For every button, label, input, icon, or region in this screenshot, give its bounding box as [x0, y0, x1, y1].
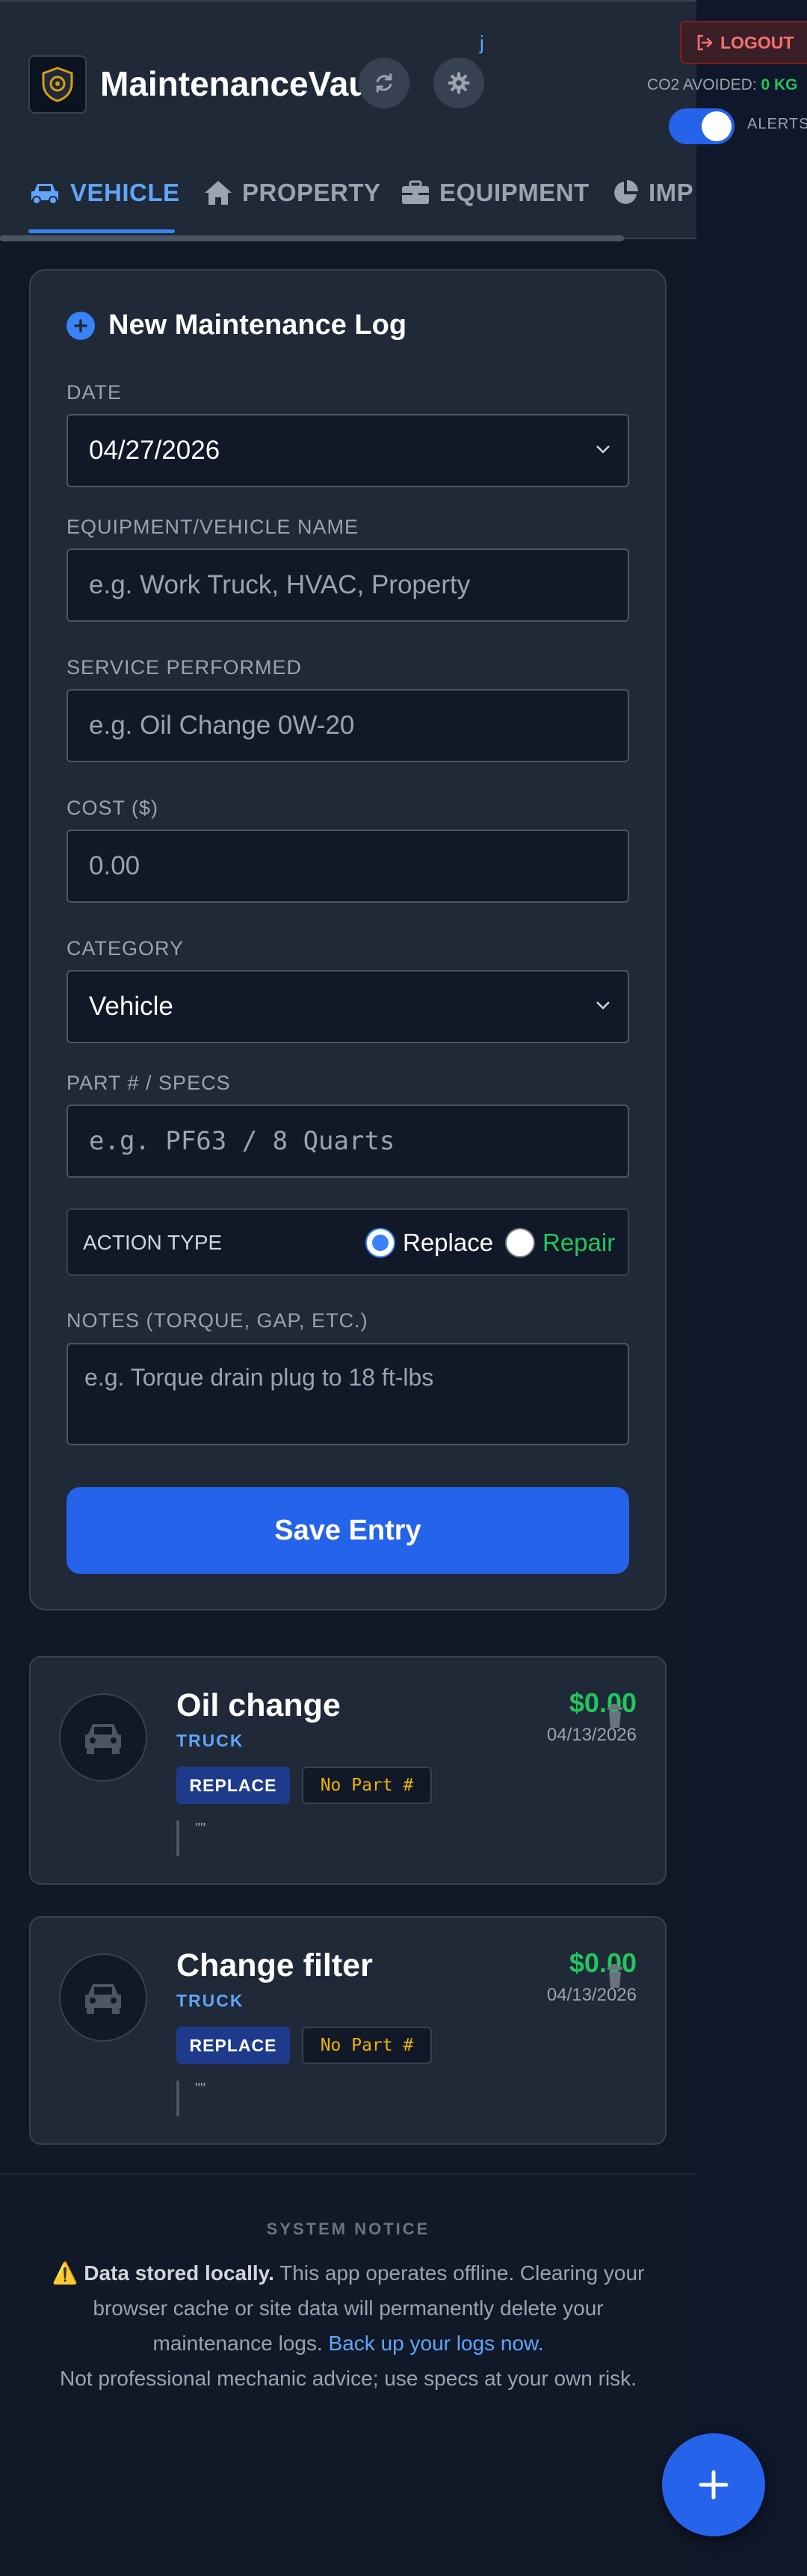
- backup-link[interactable]: Back up your logs now.: [329, 2332, 544, 2355]
- car-icon: [85, 1984, 121, 2014]
- repair-radio[interactable]: [505, 1228, 535, 1258]
- logout-label: LOGOUT: [720, 32, 794, 52]
- tab-equipment-label: EQUIPMENT: [439, 179, 590, 206]
- co2-stat: CO2 AVOIDED: 0 KG: [647, 76, 798, 94]
- vehicle-avatar: [59, 1693, 147, 1782]
- part-badge: No Part #: [302, 1767, 432, 1804]
- form-heading: New Maintenance Log: [67, 309, 406, 342]
- action-badge: REPLACE: [176, 2027, 290, 2064]
- log-title: Change filter: [176, 1948, 373, 1983]
- chevron-down-icon: [596, 1001, 610, 1010]
- action-badge: REPLACE: [176, 1767, 290, 1804]
- date-value: 04/27/2026: [89, 436, 220, 465]
- tab-vehicle-label: VEHICLE: [70, 179, 180, 206]
- action-type-group: ACTION TYPE Replace Repair: [67, 1208, 629, 1276]
- car-icon: [31, 184, 58, 205]
- log-title: Oil change: [176, 1687, 341, 1723]
- action-type-label: ACTION TYPE: [83, 1231, 223, 1254]
- tab-vehicle[interactable]: VEHICLE: [28, 174, 180, 211]
- settings-button[interactable]: [433, 58, 484, 108]
- logout-button[interactable]: LOGOUT: [680, 21, 807, 64]
- category-value: Vehicle: [89, 992, 173, 1021]
- form-title: New Maintenance Log: [108, 309, 407, 341]
- tabs-scrollbar[interactable]: [0, 235, 624, 241]
- tab-imp-label: IMP: [649, 179, 694, 206]
- equipment-name-input[interactable]: e.g. Work Truck, HVAC, Property: [67, 549, 629, 622]
- tab-property-label: PROPERTY: [242, 179, 381, 206]
- car-icon: [85, 1724, 121, 1754]
- alerts-label: ALERTS: [747, 116, 807, 132]
- log-notes: "": [195, 1820, 206, 1837]
- app-container: MaintenanceVault j VEHICLE PROPERTY EQUI…: [0, 0, 696, 2576]
- new-log-form: New Maintenance Log DATE 04/27/2026 EQUI…: [29, 269, 667, 1610]
- date-label: DATE: [67, 381, 123, 404]
- warning-icon: ⚠️: [52, 2261, 78, 2285]
- user-initial[interactable]: j: [480, 31, 484, 55]
- app-logo: [28, 55, 87, 114]
- gear-icon: [448, 72, 470, 94]
- part-badge: No Part #: [302, 2027, 432, 2064]
- replace-radio[interactable]: [365, 1228, 395, 1258]
- notice-title: SYSTEM NOTICE: [266, 2220, 430, 2238]
- chevron-down-icon: [596, 445, 610, 454]
- toolbox-icon: [402, 180, 429, 204]
- disclaimer: Not professional mechanic advice; use sp…: [60, 2367, 637, 2390]
- category-select[interactable]: Vehicle: [67, 970, 629, 1043]
- notice-body: ⚠️ Data stored locally. This app operate…: [37, 2255, 659, 2396]
- vehicle-avatar: [59, 1953, 147, 2042]
- name-label: EQUIPMENT/VEHICLE NAME: [67, 516, 359, 538]
- log-cost: $0.00: [569, 1687, 637, 1718]
- category-label: CATEGORY: [67, 937, 185, 960]
- home-icon: [205, 181, 232, 205]
- shield-logo-icon: [42, 67, 73, 102]
- app-title: MaintenanceVault: [100, 64, 363, 103]
- log-card: Change filter TRUCK $0.00 04/13/2026 REP…: [29, 1916, 667, 2145]
- part-label: PART # / SPECS: [67, 1072, 231, 1094]
- toggle-knob: [702, 111, 732, 141]
- tab-equipment[interactable]: EQUIPMENT: [401, 174, 590, 211]
- trash-icon[interactable]: [606, 1962, 624, 1989]
- co2-label: CO2 AVOIDED:: [647, 76, 757, 93]
- plus-icon: [699, 2470, 729, 2500]
- service-input[interactable]: e.g. Oil Change 0W-20: [67, 689, 629, 762]
- notes-quote-bar: [176, 2081, 179, 2116]
- cost-label: COST ($): [67, 797, 159, 819]
- alerts-toggle[interactable]: [669, 108, 735, 144]
- viewport-overflow-area: [696, 0, 807, 2576]
- log-category: TRUCK: [176, 1731, 244, 1750]
- save-entry-button[interactable]: Save Entry: [67, 1487, 629, 1574]
- service-label: SERVICE PERFORMED: [67, 656, 303, 679]
- trash-icon[interactable]: [606, 1702, 624, 1729]
- log-card: Oil change TRUCK $0.00 04/13/2026 REPLAC…: [29, 1656, 667, 1885]
- notes-quote-bar: [176, 1820, 179, 1856]
- active-tab-indicator: [28, 229, 175, 233]
- notes-textarea[interactable]: e.g. Torque drain plug to 18 ft-lbs: [67, 1343, 629, 1445]
- replace-radio-label[interactable]: Replace: [403, 1228, 493, 1258]
- repair-radio-label[interactable]: Repair: [542, 1228, 615, 1258]
- cost-input[interactable]: 0.00: [67, 830, 629, 903]
- tab-imp[interactable]: IMP: [611, 174, 693, 211]
- notice-bold: Data stored locally.: [84, 2261, 274, 2285]
- plus-circle-icon: [67, 311, 95, 340]
- log-category: TRUCK: [176, 1991, 244, 2010]
- add-log-fab[interactable]: [662, 2433, 765, 2536]
- part-specs-input[interactable]: e.g. PF63 / 8 Quarts: [67, 1105, 629, 1178]
- pie-chart-icon: [614, 180, 638, 204]
- co2-value: 0 KG: [761, 76, 798, 93]
- category-tabs: VEHICLE PROPERTY EQUIPMENT IMP: [0, 146, 696, 239]
- app-header: MaintenanceVault j: [0, 0, 696, 146]
- system-notice: SYSTEM NOTICE ⚠️ Data stored locally. Th…: [0, 2173, 696, 2576]
- logout-icon: [697, 34, 713, 51]
- sync-button[interactable]: [359, 58, 409, 108]
- notes-label: NOTES (TORQUE, GAP, ETC.): [67, 1309, 368, 1332]
- log-cost: $0.00: [569, 1948, 637, 1978]
- refresh-icon: [376, 73, 392, 93]
- tab-property[interactable]: PROPERTY: [203, 174, 381, 211]
- log-notes: "": [195, 2081, 206, 2097]
- date-select[interactable]: 04/27/2026: [67, 414, 629, 487]
